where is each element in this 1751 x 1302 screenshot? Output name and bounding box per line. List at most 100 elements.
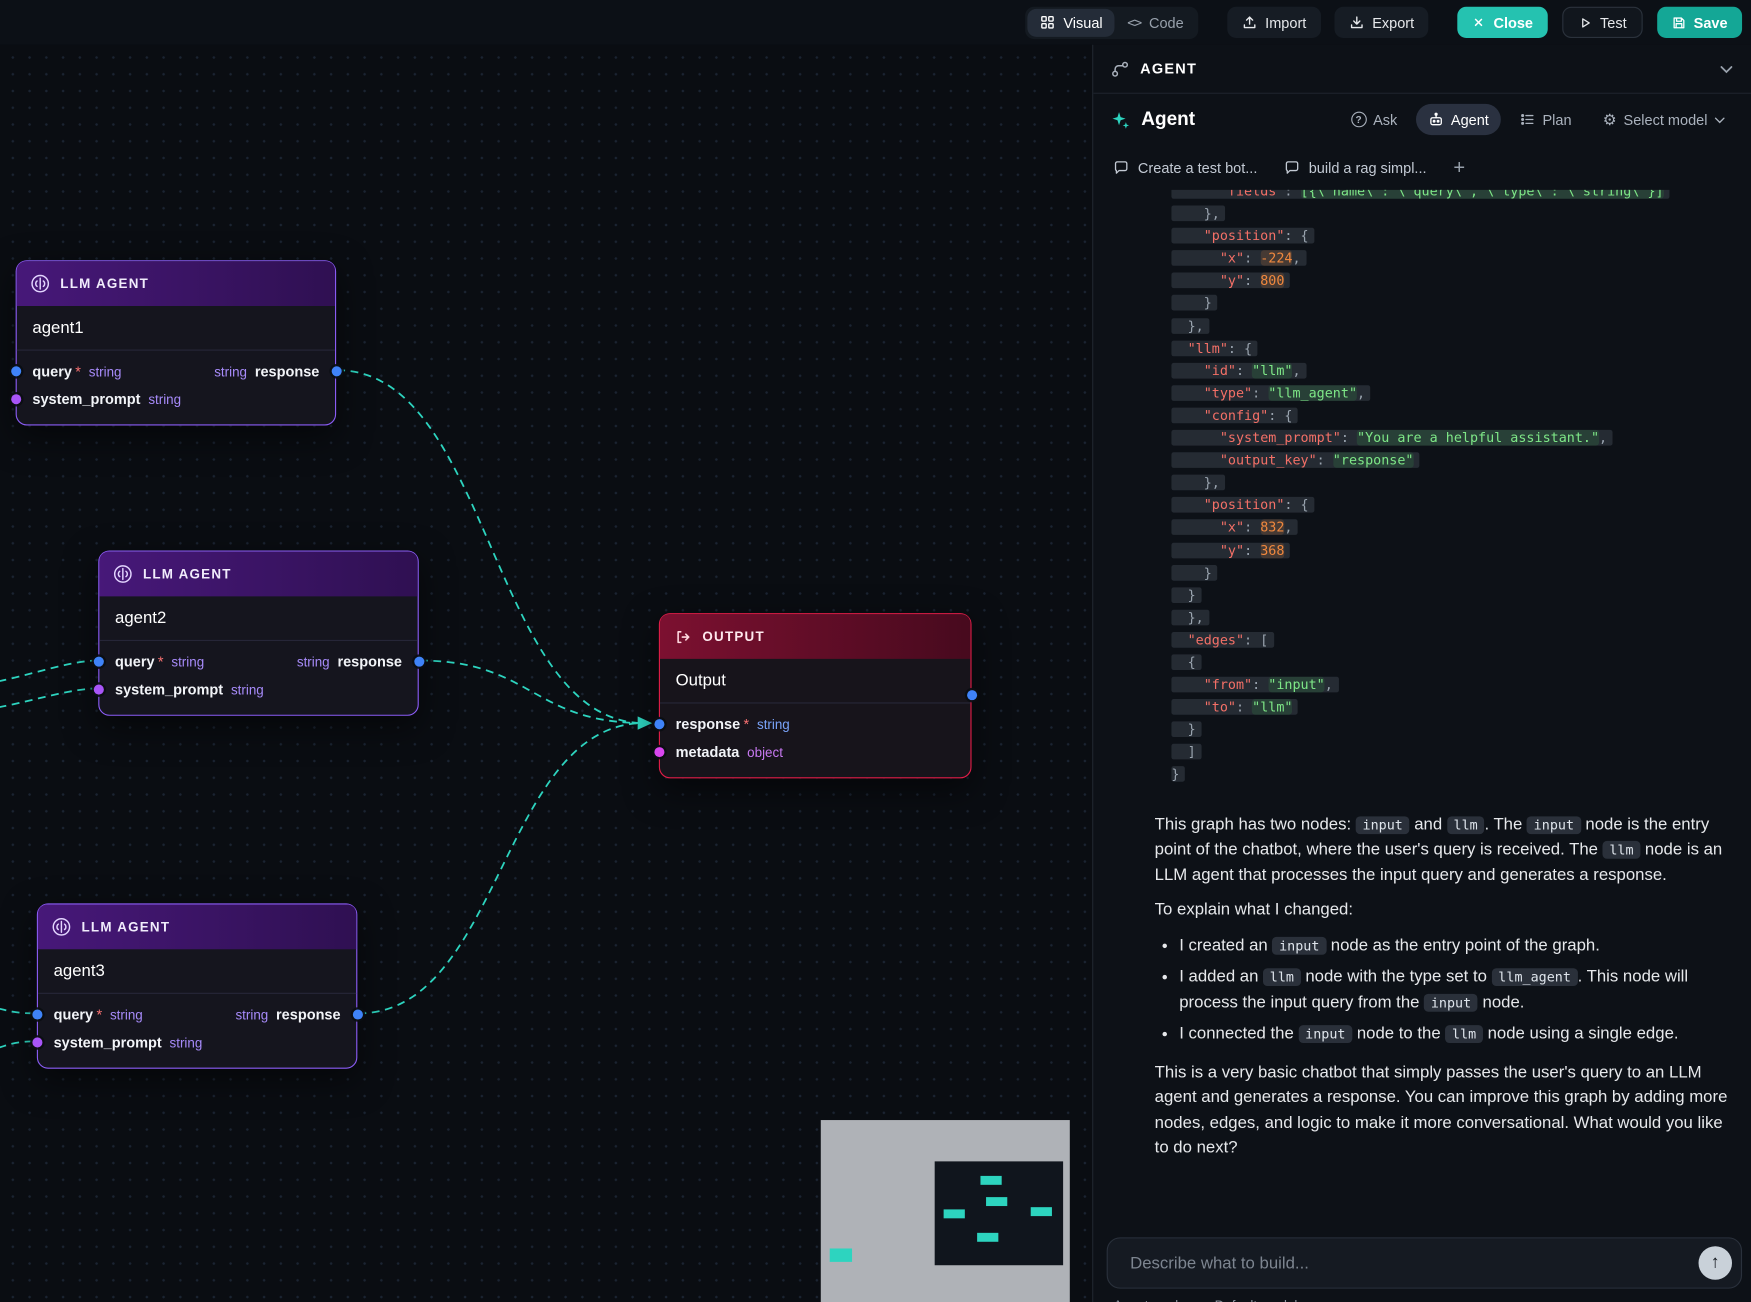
agent-panel-header: AGENT — [1093, 45, 1751, 94]
question-icon: ? — [1351, 112, 1367, 128]
node-name: agent1 — [17, 306, 335, 351]
node-output[interactable]: OUTPUTOutputresponse*stringmetadataobjec… — [659, 613, 972, 778]
node-agent2[interactable]: LLM AGENTagent2query*stringstringrespons… — [98, 551, 418, 716]
export-label: Export — [1372, 14, 1414, 31]
node-type-label: OUTPUT — [702, 629, 764, 645]
left-port[interactable] — [11, 366, 21, 376]
chat-scroll-area[interactable]: "fields": [{\"name\": \"query\", \"type\… — [1093, 190, 1751, 1237]
right-port[interactable] — [352, 1010, 362, 1020]
field-name: response — [255, 363, 320, 380]
save-button[interactable]: Save — [1657, 7, 1742, 38]
panel-footer: Agent mode Default model — [1113, 1298, 1297, 1302]
visual-view-button[interactable]: Visual — [1028, 8, 1115, 36]
panel-title: AGENT — [1140, 60, 1197, 77]
plan-mode-button[interactable]: Plan — [1508, 104, 1584, 135]
top-toolbar: Visual <> Code Import Export Cl — [0, 0, 1751, 45]
msg-bullets: I created an input node as the entry poi… — [1155, 933, 1736, 1047]
minimap-node — [830, 1248, 852, 1261]
field-type: string — [214, 363, 247, 379]
model-selector[interactable]: Default model — [1215, 1298, 1298, 1302]
select-model-button[interactable]: ⚙ Select model — [1591, 104, 1738, 135]
export-button[interactable]: Export — [1334, 7, 1428, 38]
chat-input[interactable] — [1128, 1252, 1699, 1273]
left-port[interactable] — [32, 1037, 42, 1047]
new-chat-button[interactable]: + — [1453, 156, 1465, 179]
brain-icon — [30, 274, 50, 294]
brain-icon — [113, 564, 133, 584]
field-type: string — [170, 1035, 203, 1051]
required-marker: * — [75, 363, 81, 380]
field-type: string — [148, 391, 181, 407]
chat-tab-1[interactable]: Create a test bot... — [1113, 159, 1257, 176]
field-row: system_prompt string — [99, 676, 417, 704]
field-type: string — [110, 1007, 143, 1023]
msg-para2: To explain what I changed: — [1155, 898, 1736, 923]
chat-tab-1-label: Create a test bot... — [1138, 159, 1257, 176]
flow-canvas[interactable]: LLM AGENTagent1query*stringstringrespons… — [0, 45, 1092, 1302]
left-port[interactable] — [654, 747, 664, 757]
node-agent3[interactable]: LLM AGENTagent3query*stringstringrespons… — [37, 903, 357, 1068]
arrow-up-icon: ↑ — [1711, 1253, 1720, 1273]
send-button[interactable]: ↑ — [1699, 1246, 1733, 1280]
field-name: query — [115, 653, 155, 670]
agent-mode-label: Agent — [1451, 111, 1489, 128]
agent-mode-button[interactable]: Agent — [1416, 104, 1501, 135]
left-port[interactable] — [654, 719, 664, 729]
field-type: string — [89, 363, 122, 379]
code-icon: <> — [1127, 15, 1141, 31]
ask-label: Ask — [1373, 111, 1397, 128]
right-port[interactable] — [331, 366, 341, 376]
chat-input-bar: ↑ — [1107, 1237, 1742, 1288]
right-port[interactable] — [967, 690, 977, 700]
node-agent1[interactable]: LLM AGENTagent1query*stringstringrespons… — [16, 260, 336, 425]
minimap-node — [944, 1209, 965, 1218]
edge — [0, 1006, 36, 1013]
select-model-label: Select model — [1624, 111, 1708, 128]
field-type: string — [297, 654, 330, 670]
agent-mode-selector[interactable]: Agent mode — [1113, 1298, 1185, 1302]
field-name: metadata — [676, 744, 740, 761]
view-toggle: Visual <> Code — [1025, 6, 1198, 38]
chevron-down-icon[interactable] — [1720, 64, 1733, 73]
chat-tab-2-label: build a rag simpl... — [1309, 159, 1427, 176]
minimap[interactable] — [821, 1120, 1070, 1302]
right-port[interactable] — [414, 657, 424, 667]
plan-label: Plan — [1542, 111, 1571, 128]
field-name: system_prompt — [115, 681, 223, 698]
ask-mode-button[interactable]: ? Ask — [1338, 104, 1409, 135]
minimap-node — [980, 1176, 1001, 1185]
bot-icon — [1429, 112, 1445, 128]
left-port[interactable] — [93, 657, 103, 667]
required-marker: * — [158, 653, 164, 670]
close-button[interactable]: Close — [1458, 7, 1548, 38]
workflow-icon — [1111, 60, 1129, 78]
edge — [420, 661, 644, 724]
visual-label: Visual — [1063, 14, 1102, 31]
gear-icon: ⚙ — [1603, 112, 1617, 128]
import-label: Import — [1265, 14, 1306, 31]
field-name: response — [276, 1006, 341, 1023]
minimap-node — [986, 1197, 1007, 1206]
assistant-message: This graph has two nodes: input and llm.… — [1155, 812, 1736, 1160]
left-port[interactable] — [32, 1010, 42, 1020]
node-name: agent2 — [99, 596, 417, 641]
node-type-label: LLM AGENT — [82, 919, 171, 935]
left-port[interactable] — [11, 394, 21, 404]
field-type: string — [235, 1007, 268, 1023]
agent-title: Agent — [1141, 108, 1195, 130]
msg-para3: This is a very basic chatbot that simply… — [1155, 1060, 1736, 1161]
code-view-button[interactable]: <> Code — [1115, 8, 1196, 36]
import-button[interactable]: Import — [1227, 7, 1321, 38]
field-type: string — [231, 682, 264, 698]
field-name: system_prompt — [32, 391, 140, 408]
chat-tabs: Create a test bot... build a rag simpl..… — [1093, 145, 1751, 190]
field-row: query*stringstringresponse — [38, 1001, 356, 1029]
field-type: object — [747, 744, 783, 760]
code-block: "fields": [{\"name\": \"query\", \"type\… — [1171, 190, 1735, 786]
node-header: OUTPUT — [660, 614, 970, 659]
field-row: query*stringstringresponse — [99, 648, 417, 676]
left-port[interactable] — [93, 685, 103, 695]
test-button[interactable]: Test — [1562, 7, 1642, 38]
chat-tab-2[interactable]: build a rag simpl... — [1284, 159, 1426, 176]
node-name: agent3 — [38, 949, 356, 994]
